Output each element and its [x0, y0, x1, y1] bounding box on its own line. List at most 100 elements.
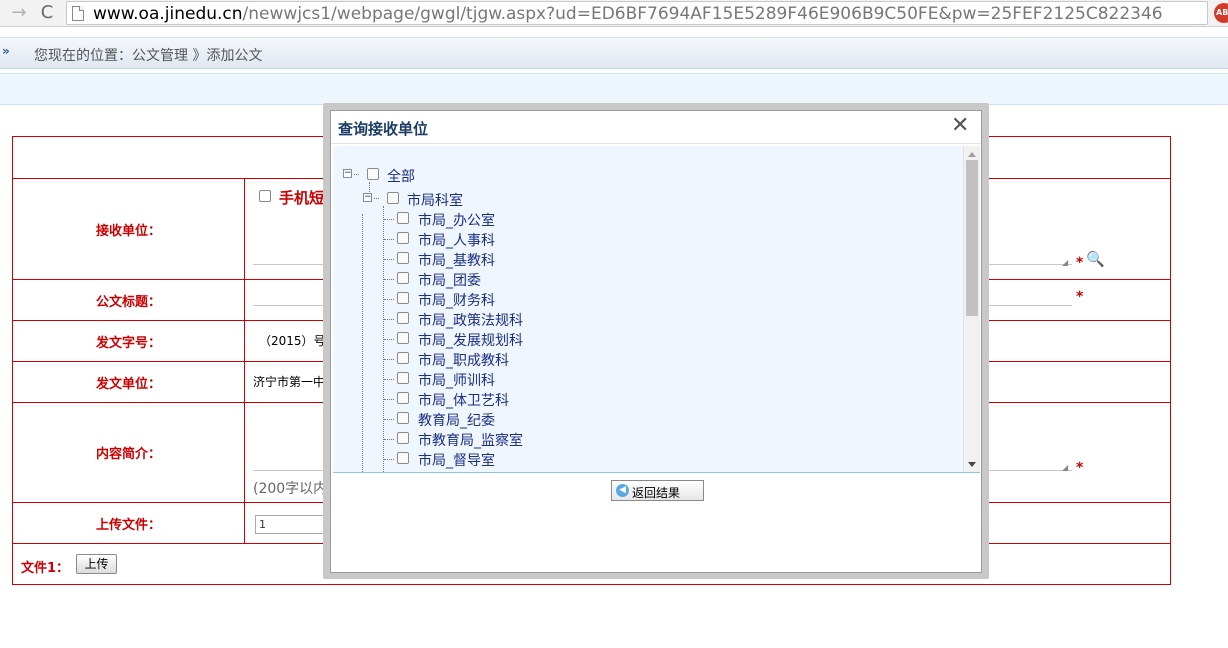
tree-node-item[interactable]: 市局_财务科 [384, 289, 584, 309]
tree-connector [384, 359, 394, 360]
tree-node-label[interactable]: 市局_电教馆 [418, 470, 495, 472]
tree-checkbox[interactable] [397, 432, 409, 444]
tree-node-item[interactable]: 市教育局_监察室 [384, 429, 584, 449]
tree-node-label[interactable]: 全部 [387, 166, 415, 186]
tree-checkbox[interactable] [397, 352, 409, 364]
tree-connector [384, 279, 394, 280]
scroll-up-arrow-icon[interactable] [968, 152, 976, 157]
tree-checkbox[interactable] [397, 232, 409, 244]
tree-node-label[interactable]: 市局_体卫艺科 [418, 390, 509, 410]
tree-node-label[interactable]: 市局_督导室 [418, 450, 495, 470]
tree-checkbox[interactable] [397, 312, 409, 324]
tree-checkbox[interactable] [397, 412, 409, 424]
url-text[interactable]: www.oa.jinedu.cn/newwjcs1/webpage/gwgl/t… [93, 3, 1163, 25]
tree-checkbox[interactable] [397, 332, 409, 344]
docno-value[interactable]: （2015）号 [259, 332, 326, 349]
unit-tree: − 全部 − 市局科室 市局_办公室 市局_人事科 市局_基教科 市局_团委 市局_财务… [333, 146, 980, 473]
recv-unit-dialog: 查询接收单位 ✕ − 全部 − 市局科室 市局_办公室 市局_人事科 市局_基教科市… [330, 110, 982, 573]
tree-checkbox[interactable] [397, 372, 409, 384]
tree-connector [354, 174, 359, 175]
tree-connector [384, 459, 394, 460]
tree-scrollbar[interactable] [963, 146, 980, 472]
tree-connector [384, 339, 394, 340]
tree-node-label[interactable]: 市局_政策法规科 [418, 310, 523, 330]
tree-checkbox[interactable] [397, 472, 409, 473]
tree-checkbox[interactable] [397, 212, 409, 224]
page-icon [72, 6, 84, 21]
tree-node-label[interactable]: 市局_团委 [418, 270, 481, 290]
tree-connector [384, 299, 394, 300]
tree-node-item[interactable]: 市局_政策法规科 [384, 309, 584, 329]
return-arrow-icon: ◀ [616, 484, 629, 497]
tree-node-item[interactable]: 教育局_纪委 [384, 409, 584, 429]
tree-connector [374, 198, 379, 199]
tree-connector [384, 239, 394, 240]
collapse-icon[interactable]: − [363, 193, 372, 202]
scroll-thumb[interactable] [966, 160, 978, 316]
search-icon[interactable]: 🔍 [1086, 250, 1105, 268]
collapse-icon[interactable]: − [343, 169, 352, 178]
tree-node-item[interactable]: 市局_团委 [384, 269, 584, 289]
tree-connector [384, 219, 394, 220]
tree-node-label[interactable]: 教育局_纪委 [418, 410, 495, 430]
tree-checkbox[interactable] [367, 168, 379, 180]
tree-node-label[interactable]: 市局_办公室 [418, 210, 495, 230]
tree-connector [384, 379, 394, 380]
return-result-button[interactable]: ◀ 返回结果 [611, 480, 704, 501]
tree-checkbox[interactable] [397, 452, 409, 464]
title-label: 公文标题： [12, 279, 245, 321]
tree-checkbox[interactable] [397, 272, 409, 284]
tree-connector [384, 419, 394, 420]
tree-node-label[interactable]: 市局_基教科 [418, 250, 495, 270]
address-bar[interactable]: www.oa.jinedu.cn/newwjcs1/webpage/gwgl/t… [66, 1, 1208, 25]
tree-checkbox[interactable] [397, 392, 409, 404]
browser-toolbar: → C www.oa.jinedu.cn/newwjcs1/webpage/gw… [0, 0, 1228, 27]
tree-node-label[interactable]: 市局_师训科 [418, 370, 495, 390]
tree-node-label[interactable]: 市局_人事科 [418, 230, 495, 250]
double-arrow-icon: » [2, 44, 10, 58]
tree-node-item[interactable]: 市局_电教馆 [384, 469, 584, 473]
docno-label: 发文字号： [12, 320, 245, 362]
adblock-icon[interactable]: AB [1214, 3, 1228, 23]
resize-grip-icon[interactable]: ◢ [1062, 464, 1070, 472]
tree-node-group[interactable]: − 市局科室 [363, 189, 523, 209]
tree-checkbox[interactable] [397, 292, 409, 304]
tree-node-label[interactable]: 市局_职成教科 [418, 350, 509, 370]
upload-button[interactable]: 上传 [76, 554, 117, 574]
tree-node-root[interactable]: − 全部 [343, 165, 463, 185]
tree-node-item[interactable]: 市局_督导室 [384, 449, 584, 469]
tree-node-label[interactable]: 市局科室 [407, 190, 463, 210]
required-mark: * [1076, 289, 1084, 305]
tree-connector [384, 399, 394, 400]
required-mark: * [1076, 255, 1084, 271]
tree-node-item[interactable]: 市局_发展规划科 [384, 329, 584, 349]
upload-label: 上传文件： [12, 502, 245, 544]
tree-connector [362, 214, 363, 472]
tree-node-item[interactable]: 市局_职成教科 [384, 349, 584, 369]
scroll-down-arrow-icon[interactable] [968, 462, 976, 467]
tree-connector [384, 259, 394, 260]
issuing-unit-label: 发文单位： [12, 361, 245, 403]
dialog-header: 查询接收单位 ✕ [331, 111, 981, 144]
tree-checkbox[interactable] [387, 192, 399, 204]
summary-limit-hint: (200字以内) [253, 481, 333, 497]
tree-node-item[interactable]: 市局_基教科 [384, 249, 584, 269]
sms-checkbox[interactable] [259, 190, 271, 202]
tree-node-item[interactable]: 市局_体卫艺科 [384, 389, 584, 409]
recv-unit-label: 接收单位： [12, 178, 245, 280]
tree-node-item[interactable]: 市局_人事科 [384, 229, 584, 249]
toolbar-band [0, 73, 1228, 105]
tree-connector [384, 439, 394, 440]
tree-checkbox[interactable] [397, 252, 409, 264]
tree-node-item[interactable]: 市局_师训科 [384, 369, 584, 389]
tree-node-label[interactable]: 市局_财务科 [418, 290, 495, 310]
tree-node-item[interactable]: 市局_办公室 [384, 209, 584, 229]
tree-node-label[interactable]: 市教育局_监察室 [418, 430, 523, 450]
resize-grip-icon[interactable]: ◢ [1062, 259, 1070, 267]
breadcrumb: » 您现在的位置：公文管理 》添加公文 [0, 37, 1228, 69]
close-icon[interactable]: ✕ [951, 114, 969, 138]
reload-icon[interactable]: C [36, 2, 58, 24]
tree-node-label[interactable]: 市局_发展规划科 [418, 330, 523, 350]
forward-arrow-icon[interactable]: → [8, 2, 30, 24]
required-mark: * [1076, 460, 1084, 476]
